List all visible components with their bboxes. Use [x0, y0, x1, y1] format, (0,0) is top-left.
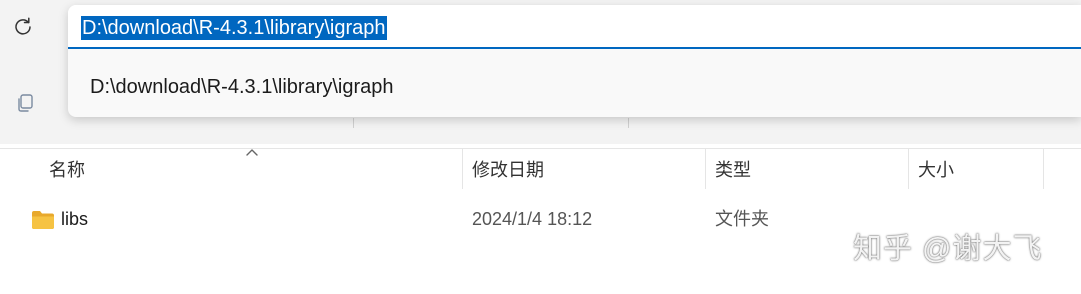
- refresh-button[interactable]: [6, 10, 40, 44]
- column-header-modified[interactable]: 修改日期: [472, 149, 544, 191]
- address-suggestion-label: D:\download\R-4.3.1\library\igraph: [90, 76, 394, 98]
- toolbar-separator: [628, 118, 629, 128]
- column-divider[interactable]: [462, 149, 463, 189]
- watermark: 知乎 @谢大飞: [853, 233, 1043, 265]
- address-suggestion-item[interactable]: D:\download\R-4.3.1\library\igraph: [68, 65, 1081, 109]
- address-input[interactable]: D:\download\R-4.3.1\library\igraph: [68, 5, 1081, 49]
- address-path-selected[interactable]: D:\download\R-4.3.1\library\igraph: [81, 16, 387, 40]
- file-modified: 2024/1/4 18:12: [472, 209, 593, 229]
- copy-icon: [18, 94, 33, 112]
- refresh-icon: [15, 17, 31, 35]
- sort-ascending-icon: [246, 149, 258, 156]
- column-divider[interactable]: [1043, 149, 1044, 189]
- column-divider[interactable]: [705, 149, 706, 189]
- copy-button[interactable]: [10, 88, 40, 118]
- column-header-type[interactable]: 类型: [715, 149, 751, 191]
- column-header-size[interactable]: 大小: [918, 149, 954, 191]
- address-bar-dropdown: D:\download\R-4.3.1\library\igraph D:\do…: [68, 5, 1081, 117]
- file-name[interactable]: libs: [61, 198, 88, 240]
- column-header-row: 名称 修改日期 类型 大小: [0, 148, 1081, 191]
- file-type: 文件夹: [715, 209, 769, 229]
- toolbar-separator: [353, 118, 354, 128]
- column-divider[interactable]: [908, 149, 909, 189]
- column-header-name[interactable]: 名称: [49, 149, 85, 191]
